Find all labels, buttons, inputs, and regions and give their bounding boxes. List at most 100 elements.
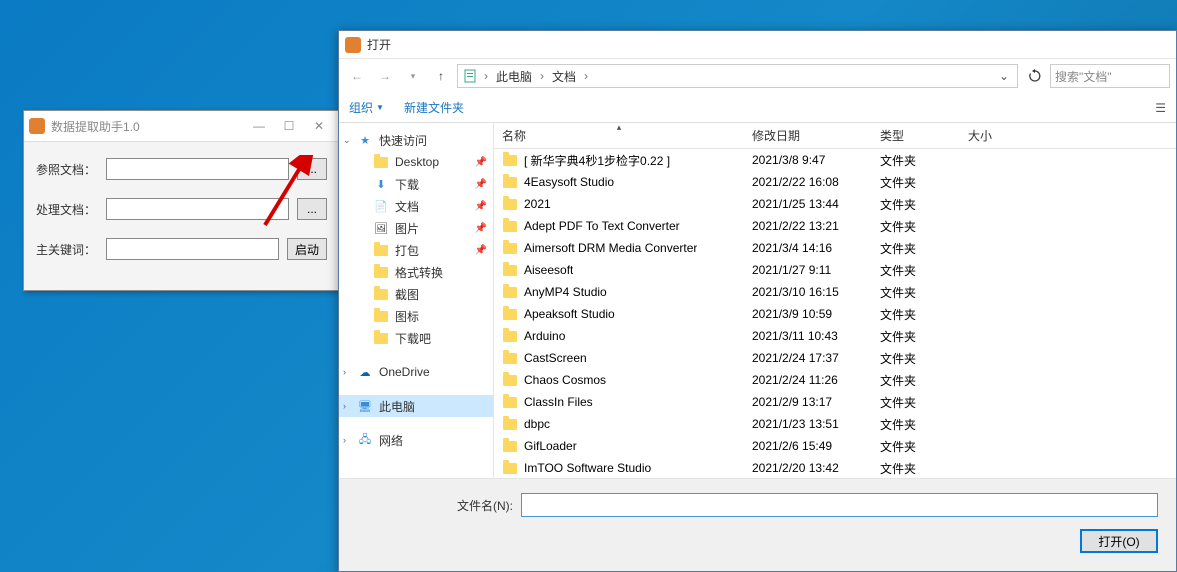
table-row[interactable]: ClassIn Files 2021/2/9 13:17 文件夹 — [494, 391, 1176, 413]
folder-icon — [503, 375, 517, 386]
nav-quick-access[interactable]: ⌄★快速访问 — [339, 129, 493, 151]
table-row[interactable]: Chaos Cosmos 2021/2/24 11:26 文件夹 — [494, 369, 1176, 391]
app-titlebar[interactable]: 数据提取助手1.0 — ☐ ✕ — [24, 111, 339, 142]
file-list: ▴名称 修改日期 类型 大小 [ 新华字典4秒1步检字0.22 ] 2021/3… — [494, 123, 1176, 478]
table-row[interactable]: ImTOO Software Studio 2021/2/20 13:42 文件… — [494, 457, 1176, 478]
table-row[interactable]: 2021 2021/1/25 13:44 文件夹 — [494, 193, 1176, 215]
proc-doc-browse-button[interactable]: ... — [297, 198, 327, 220]
table-row[interactable]: Adept PDF To Text Converter 2021/2/22 13… — [494, 215, 1176, 237]
search-placeholder: 搜索"文档" — [1055, 68, 1112, 85]
nav-downloads[interactable]: ⬇下载📌 — [339, 173, 493, 195]
address-box[interactable]: › 此电脑 › 文档 › ⌄ — [457, 64, 1018, 88]
folder-icon — [374, 267, 388, 278]
folder-icon — [503, 221, 517, 232]
file-type: 文件夹 — [872, 391, 960, 413]
breadcrumb-thispc[interactable]: 此电脑 — [494, 68, 534, 85]
nav-onedrive[interactable]: ›☁OneDrive — [339, 361, 493, 383]
app-window: 数据提取助手1.0 — ☐ ✕ 参照文档： ... 处理文档： ... 主关键词… — [23, 110, 340, 291]
nav-up-button[interactable]: ↑ — [429, 64, 453, 88]
chevron-down-icon: ▼ — [376, 103, 384, 112]
nav-jietu[interactable]: 截图 — [339, 283, 493, 305]
file-size — [960, 347, 1040, 369]
table-row[interactable]: Aiseesoft 2021/1/27 9:11 文件夹 — [494, 259, 1176, 281]
file-date: 2021/2/22 16:08 — [744, 171, 872, 193]
nav-network[interactable]: ›🖧网络 — [339, 429, 493, 451]
file-date: 2021/3/10 16:15 — [744, 281, 872, 303]
nav-geshi[interactable]: 格式转换 — [339, 261, 493, 283]
view-options-button[interactable]: ☰ — [1155, 101, 1166, 115]
nav-recent-button[interactable]: ▾ — [401, 64, 425, 88]
nav-dabao[interactable]: 打包📌 — [339, 239, 493, 261]
keyword-label: 主关键词： — [36, 241, 106, 258]
breadcrumb-documents[interactable]: 文档 — [550, 68, 578, 85]
table-row[interactable]: AnyMP4 Studio 2021/3/10 16:15 文件夹 — [494, 281, 1176, 303]
file-size — [960, 325, 1040, 347]
dialog-titlebar[interactable]: 打开 — [339, 31, 1176, 59]
file-name: 4Easysoft Studio — [524, 175, 614, 189]
ref-doc-browse-button[interactable]: ... — [297, 158, 327, 180]
file-date: 2021/3/11 10:43 — [744, 325, 872, 347]
file-name: ClassIn Files — [524, 395, 593, 409]
start-button[interactable]: 启动 — [287, 238, 327, 260]
file-type: 文件夹 — [872, 215, 960, 237]
file-date: 2021/2/24 17:37 — [744, 347, 872, 369]
folder-icon — [374, 157, 388, 168]
column-name[interactable]: ▴名称 — [494, 123, 744, 148]
minimize-button[interactable]: — — [244, 116, 274, 136]
column-date[interactable]: 修改日期 — [744, 123, 872, 148]
nav-thispc[interactable]: ›🖥此电脑 — [339, 395, 493, 417]
pin-icon: 📌 — [475, 201, 487, 212]
file-type: 文件夹 — [872, 149, 960, 171]
file-size — [960, 259, 1040, 281]
file-date: 2021/3/4 14:16 — [744, 237, 872, 259]
address-bar: ← → ▾ ↑ › 此电脑 › 文档 › ⌄ 搜索"文档" — [339, 59, 1176, 93]
folder-icon — [503, 463, 517, 474]
new-folder-button[interactable]: 新建文件夹 — [404, 99, 464, 116]
filename-input[interactable] — [521, 493, 1158, 517]
folder-icon — [503, 309, 517, 320]
close-button[interactable]: ✕ — [304, 116, 334, 136]
maximize-button[interactable]: ☐ — [274, 116, 304, 136]
organize-menu[interactable]: 组织▼ — [349, 99, 384, 116]
keyword-input[interactable] — [106, 238, 279, 260]
ref-doc-input[interactable] — [106, 158, 289, 180]
file-date: 2021/2/6 15:49 — [744, 435, 872, 457]
file-name: Aiseesoft — [524, 263, 573, 277]
refresh-button[interactable] — [1024, 65, 1046, 87]
nav-tubiao[interactable]: 图标 — [339, 305, 493, 327]
table-row[interactable]: CastScreen 2021/2/24 17:37 文件夹 — [494, 347, 1176, 369]
nav-pictures[interactable]: 🖼图片📌 — [339, 217, 493, 239]
file-date: 2021/2/24 11:26 — [744, 369, 872, 391]
pin-icon: 📌 — [475, 223, 487, 234]
dialog-footer: 文件名(N): 打开(O) — [339, 478, 1176, 571]
table-row[interactable]: Apeaksoft Studio 2021/3/9 10:59 文件夹 — [494, 303, 1176, 325]
table-row[interactable]: Aimersoft DRM Media Converter 2021/3/4 1… — [494, 237, 1176, 259]
proc-doc-input[interactable] — [106, 198, 289, 220]
table-row[interactable]: GifLoader 2021/2/6 15:49 文件夹 — [494, 435, 1176, 457]
file-size — [960, 413, 1040, 435]
table-row[interactable]: 4Easysoft Studio 2021/2/22 16:08 文件夹 — [494, 171, 1176, 193]
nav-desktop[interactable]: Desktop📌 — [339, 151, 493, 173]
table-row[interactable]: [ 新华字典4秒1步检字0.22 ] 2021/3/8 9:47 文件夹 — [494, 149, 1176, 171]
file-type: 文件夹 — [872, 369, 960, 391]
table-row[interactable]: dbpc 2021/1/23 13:51 文件夹 — [494, 413, 1176, 435]
search-input[interactable]: 搜索"文档" — [1050, 64, 1170, 88]
nav-xiazaiba[interactable]: 下载吧 — [339, 327, 493, 349]
file-name: Apeaksoft Studio — [524, 307, 615, 321]
file-date: 2021/1/27 9:11 — [744, 259, 872, 281]
column-size[interactable]: 大小 — [960, 123, 1040, 148]
nav-back-button[interactable]: ← — [345, 64, 369, 88]
file-name: [ 新华字典4秒1步检字0.22 ] — [524, 152, 670, 169]
ref-doc-label: 参照文档： — [36, 161, 106, 178]
expand-icon: › — [343, 401, 346, 411]
address-dropdown[interactable]: ⌄ — [995, 69, 1013, 83]
nav-forward-button[interactable]: → — [373, 64, 397, 88]
file-name: GifLoader — [524, 439, 577, 453]
column-type[interactable]: 类型 — [872, 123, 960, 148]
table-row[interactable]: Arduino 2021/3/11 10:43 文件夹 — [494, 325, 1176, 347]
computer-icon: 🖥 — [357, 398, 373, 414]
open-button[interactable]: 打开(O) — [1080, 529, 1158, 553]
nav-documents[interactable]: 📄文档📌 — [339, 195, 493, 217]
app-icon — [29, 118, 45, 134]
star-icon: ★ — [357, 132, 373, 148]
